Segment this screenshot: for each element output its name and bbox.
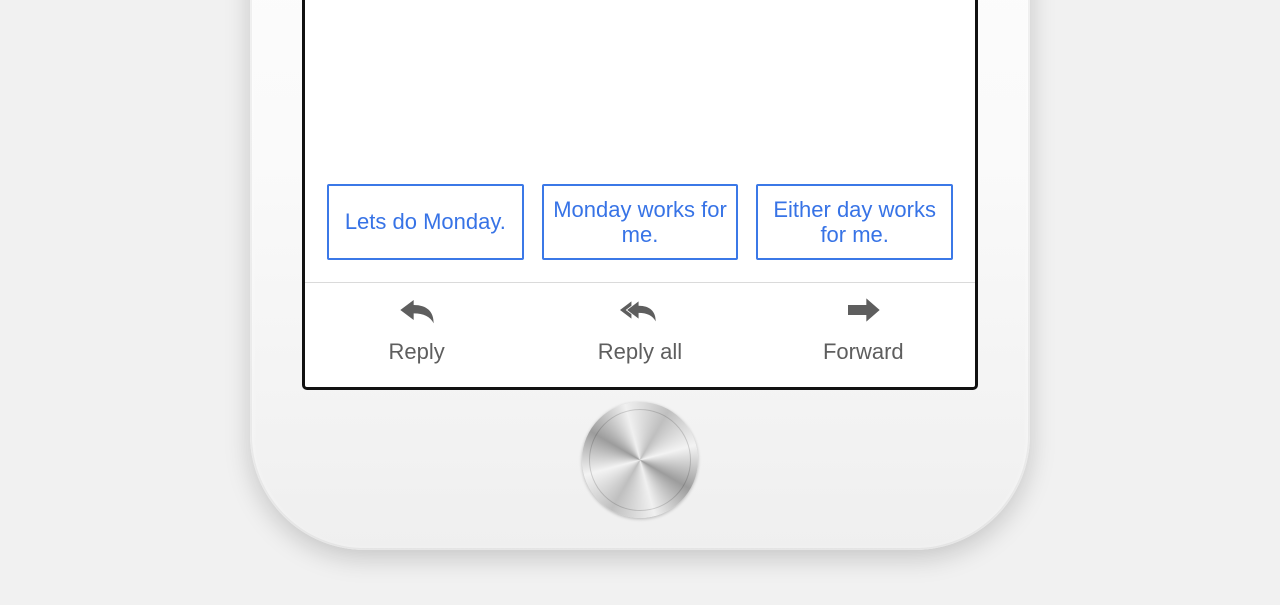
reply-icon — [397, 293, 437, 333]
smart-reply-chip-3[interactable]: Either day works for me. — [756, 184, 953, 260]
smart-reply-chip-2[interactable]: Monday works for me. — [542, 184, 739, 260]
forward-label: Forward — [823, 339, 904, 365]
smart-reply-chip-1[interactable]: Lets do Monday. — [327, 184, 524, 260]
reply-all-label: Reply all — [598, 339, 682, 365]
reply-all-icon — [620, 293, 660, 333]
reply-button[interactable]: Reply — [305, 293, 528, 365]
forward-button[interactable]: Forward — [752, 293, 975, 365]
action-row: Reply Reply all Forward — [305, 283, 975, 387]
offscreen-content — [305, 0, 975, 170]
forward-icon — [843, 293, 883, 333]
reply-label: Reply — [389, 339, 445, 365]
home-button[interactable] — [590, 410, 690, 510]
reply-all-button[interactable]: Reply all — [528, 293, 751, 365]
phone-screen: Lets do Monday. Monday works for me. Eit… — [302, 0, 978, 390]
smart-reply-row: Lets do Monday. Monday works for me. Eit… — [305, 170, 975, 282]
phone-device: Lets do Monday. Monday works for me. Eit… — [250, 0, 1030, 550]
